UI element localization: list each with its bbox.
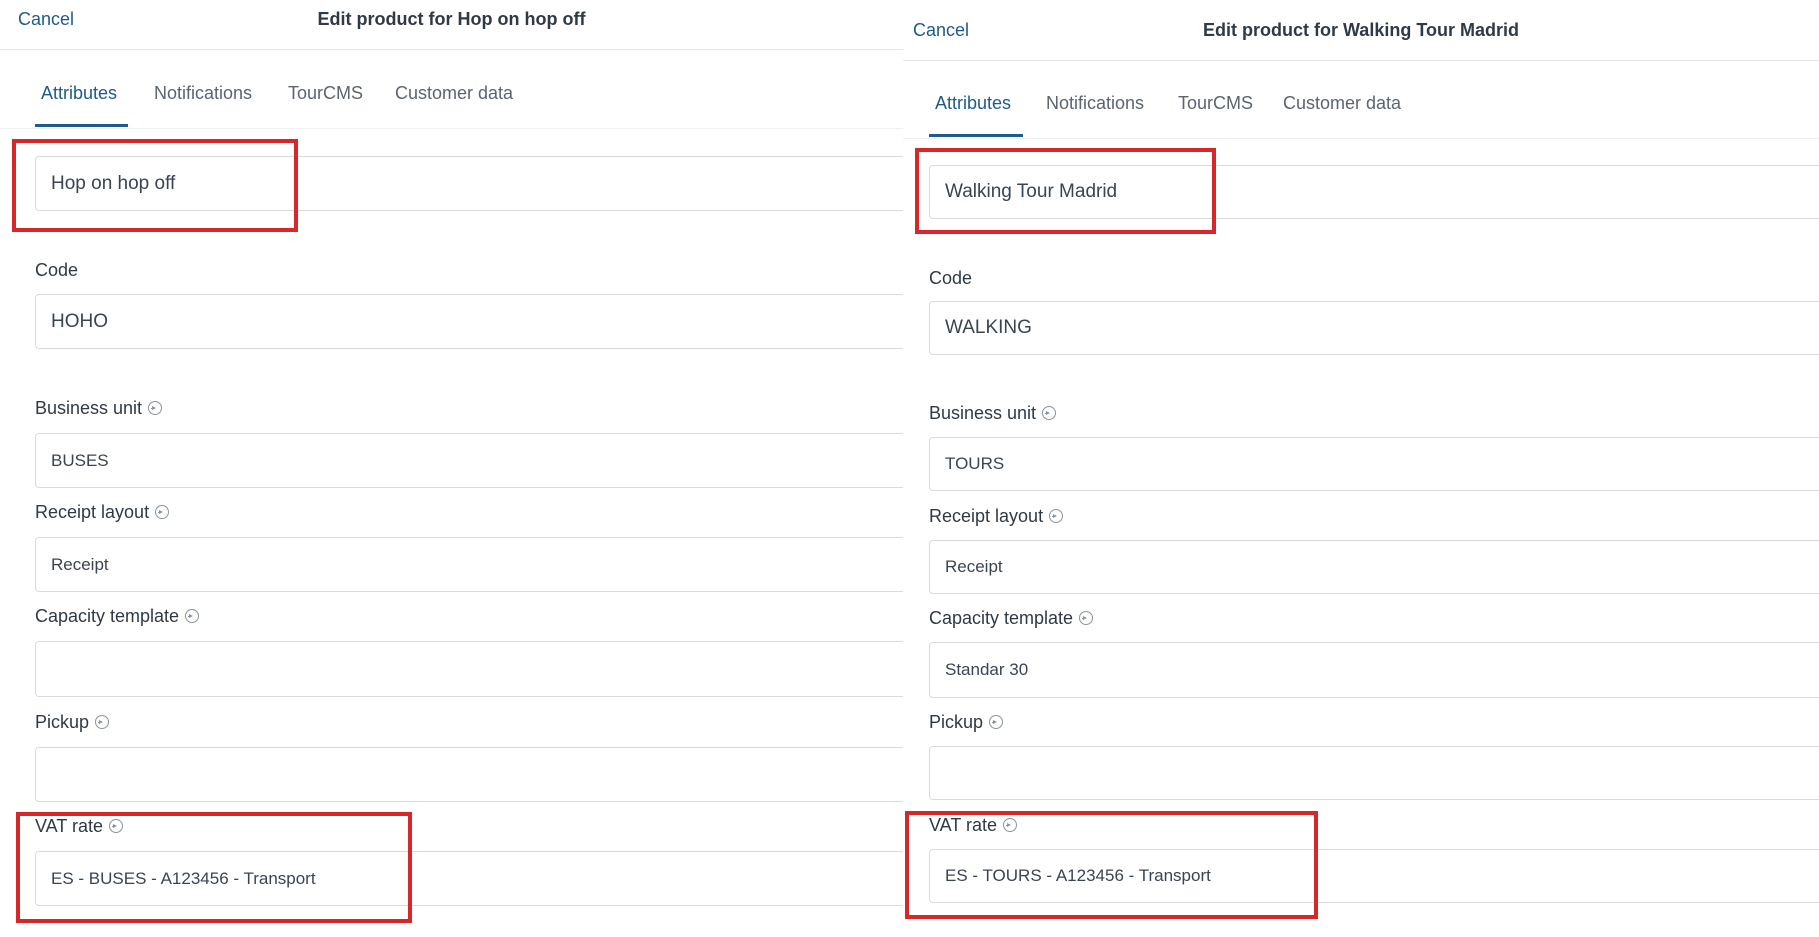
business-unit-label-text: Business unit	[929, 403, 1037, 423]
pickup-field[interactable]	[929, 746, 1819, 800]
pickup-input[interactable]	[930, 747, 1819, 799]
product-name-input[interactable]	[930, 166, 1819, 218]
receipt-layout-label-text: Receipt layout	[929, 506, 1044, 526]
business-unit-label: Business unit	[35, 398, 163, 419]
pickup-field[interactable]	[35, 747, 903, 802]
tab-customer-data[interactable]: Customer data	[1283, 93, 1401, 114]
tab-notifications[interactable]: Notifications	[1046, 93, 1144, 114]
arrow-circle-right-icon[interactable]	[109, 819, 124, 833]
tab-notifications[interactable]: Notifications	[154, 83, 252, 104]
arrow-circle-right-icon[interactable]	[95, 715, 110, 729]
pickup-label: Pickup	[929, 712, 1004, 733]
arrow-circle-right-icon[interactable]	[1003, 818, 1018, 832]
receipt-layout-label: Receipt layout	[35, 502, 170, 523]
capacity-template-label-text: Capacity template	[35, 606, 180, 626]
vat-rate-label-text: VAT rate	[35, 816, 104, 836]
pickup-label-text: Pickup	[35, 712, 90, 732]
capacity-template-field[interactable]	[35, 641, 903, 697]
arrow-circle-right-icon[interactable]	[155, 505, 170, 519]
active-tab-indicator	[35, 124, 128, 127]
receipt-layout-label-text: Receipt layout	[35, 502, 150, 522]
arrow-circle-right-icon[interactable]	[1079, 611, 1094, 625]
pickup-label: Pickup	[35, 712, 110, 733]
receipt-layout-field[interactable]	[929, 540, 1819, 594]
page-title: Edit product for Walking Tour Madrid	[1203, 20, 1519, 40]
code-input[interactable]	[36, 295, 903, 348]
tab-tourcms[interactable]: TourCMS	[1178, 93, 1253, 114]
receipt-layout-label: Receipt layout	[929, 506, 1064, 527]
capacity-template-label-text: Capacity template	[929, 608, 1074, 628]
capacity-template-input[interactable]	[36, 642, 903, 696]
capacity-template-label: Capacity template	[35, 606, 200, 627]
capacity-template-label: Capacity template	[929, 608, 1094, 629]
tab-attributes[interactable]: Attributes	[41, 83, 117, 104]
code-label: Code	[35, 260, 79, 280]
business-unit-field[interactable]	[929, 437, 1819, 491]
receipt-layout-input[interactable]	[930, 541, 1819, 593]
product-name-input[interactable]	[36, 157, 903, 210]
arrow-circle-right-icon[interactable]	[1049, 509, 1064, 523]
header-bar: Cancel Edit product for Hop on hop off	[0, 0, 903, 50]
page-title: Edit product for Hop on hop off	[317, 9, 586, 29]
header-bar: Cancel Edit product for Walking Tour Mad…	[903, 0, 1819, 61]
capacity-template-field[interactable]	[929, 642, 1819, 698]
product-editor-right: Cancel Edit product for Walking Tour Mad…	[903, 0, 1819, 937]
active-tab-indicator	[929, 134, 1023, 137]
arrow-circle-right-icon[interactable]	[185, 609, 200, 623]
vat-rate-label-text: VAT rate	[929, 815, 998, 835]
business-unit-field[interactable]	[35, 433, 903, 488]
tab-bar: Attributes Notifications TourCMS Custome…	[0, 75, 903, 129]
vat-rate-field[interactable]	[35, 851, 903, 906]
vat-rate-input[interactable]	[930, 850, 1819, 902]
vat-rate-label: VAT rate	[35, 816, 124, 837]
pickup-label-text: Pickup	[929, 712, 984, 732]
business-unit-label-text: Business unit	[35, 398, 143, 418]
tab-bar: Attributes Notifications TourCMS Custome…	[903, 85, 1819, 139]
tab-customer-data[interactable]: Customer data	[395, 83, 513, 104]
pickup-input[interactable]	[36, 748, 903, 801]
business-unit-input[interactable]	[930, 438, 1819, 490]
business-unit-label: Business unit	[929, 403, 1057, 424]
code-label: Code	[929, 268, 973, 288]
code-field[interactable]	[929, 301, 1819, 355]
arrow-circle-right-icon[interactable]	[1042, 406, 1057, 420]
capacity-template-input[interactable]	[930, 643, 1819, 697]
vat-rate-field[interactable]	[929, 849, 1819, 903]
product-name-field[interactable]	[35, 156, 903, 211]
product-name-field[interactable]	[929, 165, 1819, 219]
tab-attributes[interactable]: Attributes	[935, 93, 1011, 114]
vat-rate-label: VAT rate	[929, 815, 1018, 836]
code-field[interactable]	[35, 294, 903, 349]
tab-tourcms[interactable]: TourCMS	[288, 83, 363, 104]
business-unit-input[interactable]	[36, 434, 903, 487]
arrow-circle-right-icon[interactable]	[989, 715, 1004, 729]
product-editor-left: Cancel Edit product for Hop on hop off A…	[0, 0, 903, 937]
vat-rate-input[interactable]	[36, 852, 903, 905]
receipt-layout-field[interactable]	[35, 537, 903, 592]
code-input[interactable]	[930, 302, 1819, 354]
receipt-layout-input[interactable]	[36, 538, 903, 591]
arrow-circle-right-icon[interactable]	[148, 401, 163, 415]
